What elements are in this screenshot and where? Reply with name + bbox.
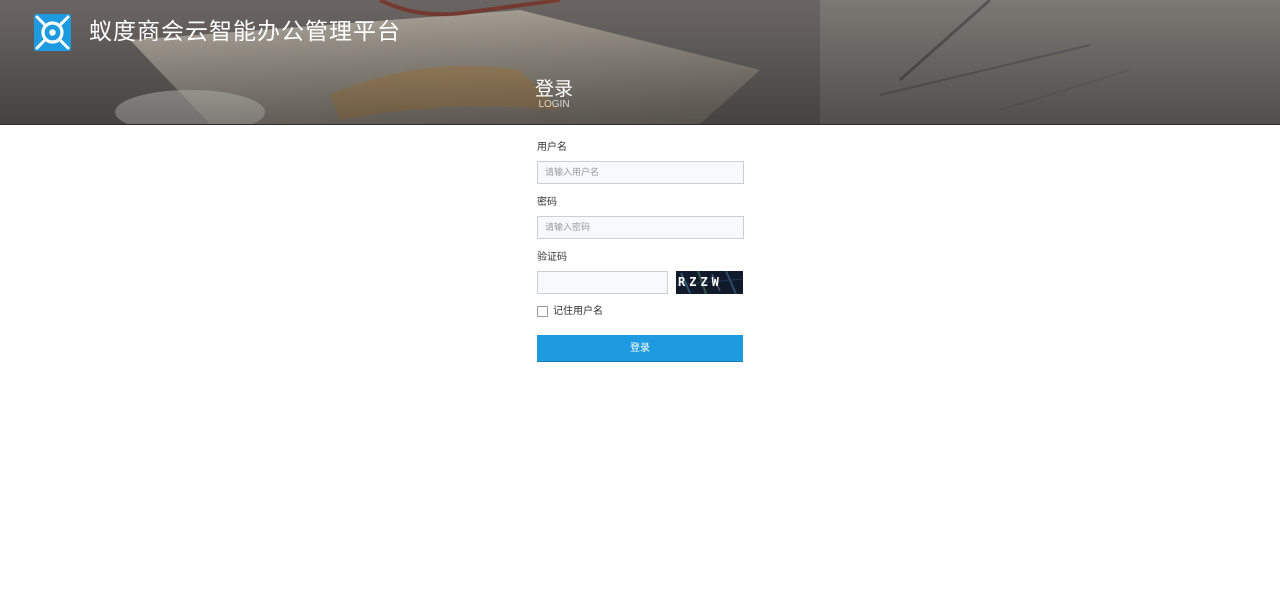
site-title: 蚁度商会云智能办公管理平台 — [89, 19, 401, 45]
captcha-text: RZZW — [678, 275, 723, 289]
app-logo-icon — [34, 14, 71, 51]
password-input[interactable] — [537, 216, 744, 239]
remember-checkbox[interactable] — [537, 306, 548, 317]
remember-label: 记住用户名 — [553, 306, 603, 317]
login-heading: 登录 — [534, 78, 573, 100]
captcha-input[interactable] — [537, 271, 668, 294]
login-button[interactable]: 登录 — [537, 335, 743, 362]
password-label: 密码 — [537, 197, 557, 208]
header-banner: 蚁度商会云智能办公管理平台 登录 LOGIN — [0, 0, 1280, 125]
username-label: 用户名 — [537, 142, 567, 153]
username-input[interactable] — [537, 161, 744, 184]
captcha-image[interactable]: RZZW — [676, 271, 743, 294]
captcha-label: 验证码 — [537, 252, 567, 263]
login-subheading: LOGIN — [538, 99, 570, 110]
